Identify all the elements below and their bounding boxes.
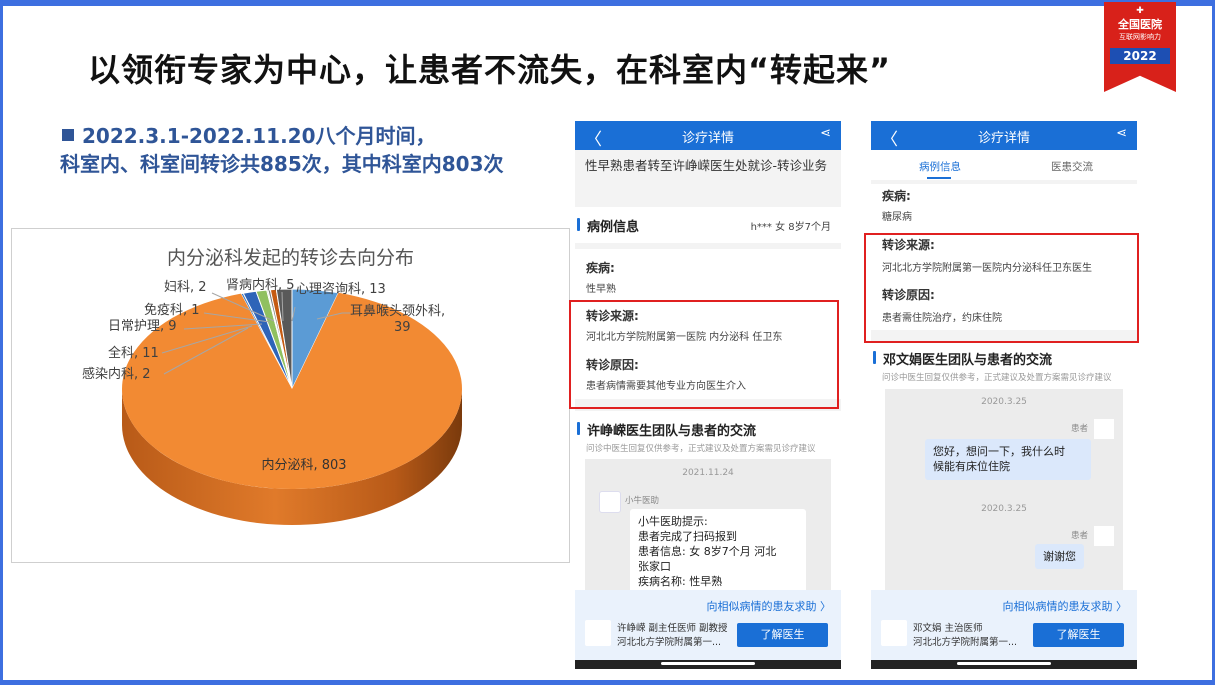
team-title: 许峥嵘医生团队与患者的交流 — [577, 420, 756, 439]
sender-role-1: 患者 — [1071, 424, 1089, 434]
highlight-box-2 — [864, 233, 1139, 343]
pie-data-label-3: 肾病内科, 5 — [226, 277, 295, 293]
bullet-square-icon — [62, 129, 74, 141]
pie-data-label-5: 免疫科, 1 — [144, 302, 200, 318]
learn-doctor-button[interactable]: 了解医生 — [737, 623, 828, 647]
badge-year: 2022 — [1110, 48, 1170, 64]
doctor-name-title: 许峥嵘 副主任医师 副教授 — [617, 623, 728, 634]
disease-value: 性早熟 — [586, 284, 616, 295]
pie-data-label-8: 感染内科, 2 — [82, 366, 151, 382]
share-icon[interactable]: ⋖ — [1116, 126, 1127, 141]
patient-info: h*** 女 8岁7个月 — [750, 222, 831, 233]
phone1-footer: 向相似病情的患友求助 〉 许峥嵘 副主任医师 副教授 河北北方学院附属第一...… — [575, 590, 841, 669]
sender-role-2: 患者 — [1071, 531, 1089, 541]
team-title: 邓文娟医生团队与患者的交流 — [873, 349, 1052, 368]
message-line: 候能有床位住院 — [933, 460, 1010, 473]
disease-label: 疾病: — [882, 189, 911, 203]
team-note: 问诊中医生回复仅供参考，正式建议及处置方案需见诊疗建议 — [586, 444, 816, 454]
bullet-line2: 科室内、科室间转诊共885次，其中科室内803次 — [60, 152, 504, 176]
frame-bottom — [0, 680, 1215, 685]
patient-message-2: 谢谢您 — [1035, 544, 1084, 569]
pie-chart: 内分泌科发起的转诊去向分布 内分泌科, 803 耳鼻喉头颈外科, 39 心理咨询科, … — [11, 228, 570, 563]
team-note: 问诊中医生回复仅供参考，正式建议及处置方案需见诊疗建议 — [882, 373, 1112, 383]
bubble-line: 疾病名称: 性早熟 — [638, 575, 723, 588]
assistant-name: 小牛医助 — [625, 496, 660, 506]
phone1-header: 〈 诊疗详情 ⋖ — [575, 121, 841, 150]
doctor-info: 许峥嵘 副主任医师 副教授 河北北方学院附属第一... — [617, 622, 728, 650]
team-card: 许峥嵘医生团队与患者的交流 问诊中医生回复仅供参考，正式建议及处置方案需见诊疗建… — [575, 411, 841, 609]
doctor-name-title: 邓文娟 主治医师 — [913, 623, 983, 634]
phone2-footer: 向相似病情的患友求助 〉 邓文娟 主治医师 河北北方学院附属第一... 了解医生 — [871, 590, 1137, 669]
pie-data-label-0: 内分泌科, 803 — [261, 457, 346, 473]
pie-data-label-7: 全科, 11 — [108, 345, 159, 361]
phone2-header: 〈 诊疗详情 ⋖ — [871, 121, 1137, 150]
home-indicator — [871, 660, 1137, 669]
case-section-title: 病例信息 — [577, 216, 639, 235]
highlight-box-1 — [569, 300, 839, 409]
pie-data-label-2: 心理咨询科, 13 — [296, 282, 386, 297]
referral-banner: 性早熟患者转至许峥嵘医生处就诊-转诊业务 — [585, 158, 828, 173]
ask-similar-link[interactable]: 向相似病情的患友求助 〉 — [1003, 598, 1128, 614]
patient-message-1: 您好，想问一下，我什么时 候能有床位住院 — [925, 439, 1091, 480]
chat-date: 2021.11.24 — [682, 468, 734, 478]
slide-title: 以领衔专家为中心，让患者不流失，在科室内“转起来” — [88, 51, 892, 89]
disease-label: 疾病: — [586, 261, 615, 275]
pie-data-label-1: 耳鼻喉头颈外科, — [350, 303, 445, 319]
doctor-hospital: 河北北方学院附属第一... — [617, 637, 722, 648]
pie-data-label-1: 39 — [394, 320, 411, 335]
tab-case-info[interactable]: 病例信息 — [919, 159, 961, 174]
share-icon[interactable]: ⋖ — [820, 126, 831, 141]
disease-value: 糖尿病 — [882, 212, 912, 223]
bubble-line: 小牛医助提示: — [638, 515, 708, 528]
chat-area: 2020.3.25 患者 您好，想问一下，我什么时 候能有床位住院 2020.3… — [885, 389, 1123, 591]
frame-left — [0, 0, 3, 685]
patient-avatar-icon — [1094, 526, 1114, 546]
bubble-line: 张家口 — [638, 560, 671, 573]
badge-line1: 全国医院 — [1118, 18, 1162, 31]
message-line: 您好，想问一下，我什么时 — [933, 445, 1065, 458]
phone2-tabs: 病例信息 医患交流 — [871, 150, 1137, 180]
tab-doctor-chat[interactable]: 医患交流 — [1051, 159, 1093, 174]
bullet-line1: 2022.3.1-2022.11.20八个月时间， — [82, 124, 436, 148]
phone2-title: 诊疗详情 — [977, 131, 1030, 146]
frame-top — [0, 0, 1215, 6]
phone-screenshot-2: 〈 诊疗详情 ⋖ 病例信息 医患交流 疾病: 糖尿病 转诊来源: 河北北方学院附… — [871, 121, 1137, 669]
phone1-title: 诊疗详情 — [681, 131, 734, 146]
divider — [575, 243, 841, 249]
team-card: 邓文娟医生团队与患者的交流 问诊中医生回复仅供参考，正式建议及处置方案需见诊疗建… — [871, 343, 1137, 591]
doctor-hospital: 河北北方学院附属第一... — [913, 637, 1018, 648]
hospital-icon: ✚ — [1136, 6, 1144, 16]
bubble-line: 患者完成了扫码报到 — [638, 530, 737, 543]
doctor-info: 邓文娟 主治医师 河北北方学院附属第一... — [913, 622, 1017, 650]
pie-data-label-4: 妇科, 2 — [164, 279, 207, 295]
award-badge: ✚ 全国医院 互联网影响力 2022 — [1104, 2, 1176, 92]
bubble-line: 患者信息: 女 8岁7个月 河北 — [638, 545, 777, 558]
doctor-avatar-icon — [881, 620, 907, 646]
pie-chart-svg: 内分泌科, 803 耳鼻喉头颈外科,39 心理咨询科, 13肾病内科, 5 妇科, 2… — [82, 277, 463, 525]
chat-area: 2021.11.24 小牛医助 小牛医助提示: 患者完成了扫码报到 患者信息: … — [585, 459, 831, 609]
assistant-avatar-icon — [599, 491, 621, 513]
patient-avatar-icon — [1094, 419, 1114, 439]
chat-date-1: 2020.3.25 — [981, 397, 1027, 407]
badge-line2: 互联网影响力 — [1119, 33, 1161, 41]
pie-data-label-6: 日常护理, 9 — [108, 319, 177, 334]
tab-underline — [927, 177, 951, 179]
home-indicator — [575, 660, 841, 669]
summary-bullet: 2022.3.1-2022.11.20八个月时间， 科室内、科室间转诊共885次… — [60, 122, 504, 178]
learn-doctor-button[interactable]: 了解医生 — [1033, 623, 1124, 647]
ask-similar-link[interactable]: 向相似病情的患友求助 〉 — [707, 598, 832, 614]
chat-date-2: 2020.3.25 — [981, 504, 1027, 514]
doctor-avatar-icon — [585, 620, 611, 646]
